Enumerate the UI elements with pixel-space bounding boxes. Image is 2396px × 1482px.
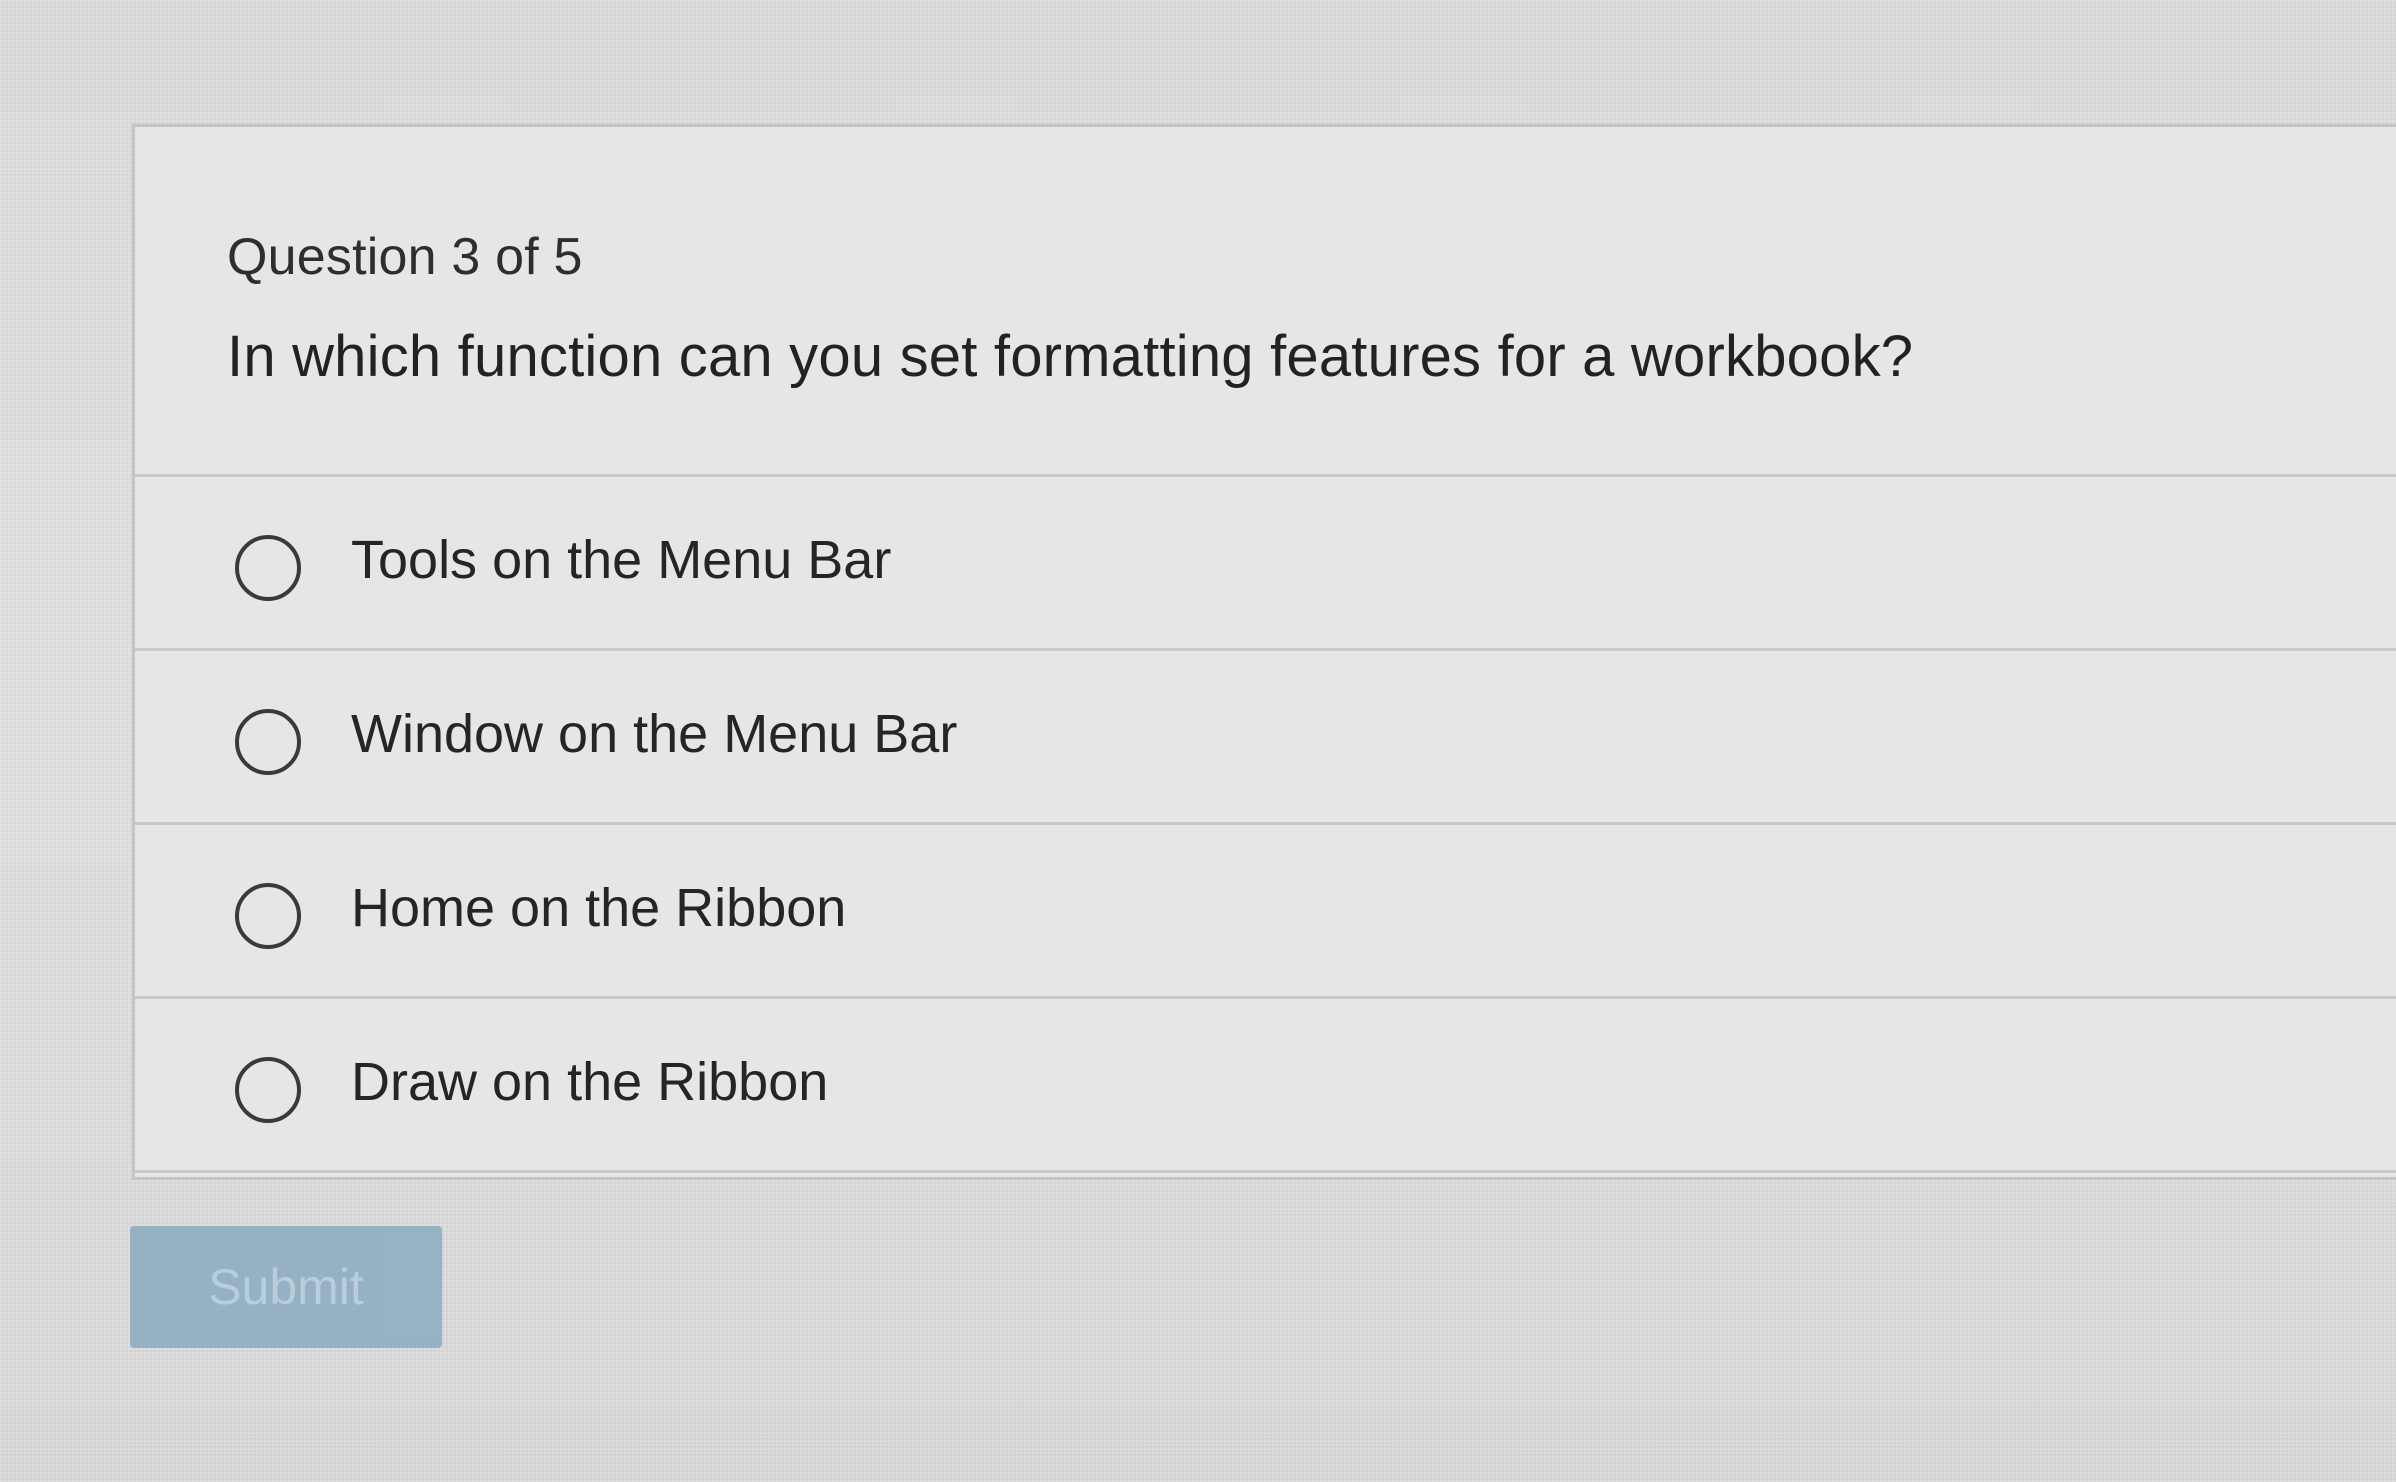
radio-button[interactable] xyxy=(235,1057,301,1123)
answer-label: Tools on the Menu Bar xyxy=(351,530,892,590)
quiz-card: Question 3 of 5 In which function can yo… xyxy=(132,124,2396,1180)
radio-button[interactable] xyxy=(235,535,301,601)
radio-button[interactable] xyxy=(235,709,301,775)
answer-label: Home on the Ribbon xyxy=(351,878,847,938)
question-header: Question 3 of 5 In which function can yo… xyxy=(135,127,2396,477)
radio-button[interactable] xyxy=(235,883,301,949)
answer-option-tools[interactable]: Tools on the Menu Bar xyxy=(135,477,2396,651)
submit-button[interactable]: Submit xyxy=(130,1226,442,1348)
answer-option-draw[interactable]: Draw on the Ribbon xyxy=(135,999,2396,1173)
question-counter: Question 3 of 5 xyxy=(227,228,583,286)
answer-option-home[interactable]: Home on the Ribbon xyxy=(135,825,2396,999)
answer-label: Window on the Menu Bar xyxy=(351,704,958,764)
answer-option-window[interactable]: Window on the Menu Bar xyxy=(135,651,2396,825)
question-text: In which function can you set formatting… xyxy=(227,324,1914,389)
answer-label: Draw on the Ribbon xyxy=(351,1052,829,1112)
